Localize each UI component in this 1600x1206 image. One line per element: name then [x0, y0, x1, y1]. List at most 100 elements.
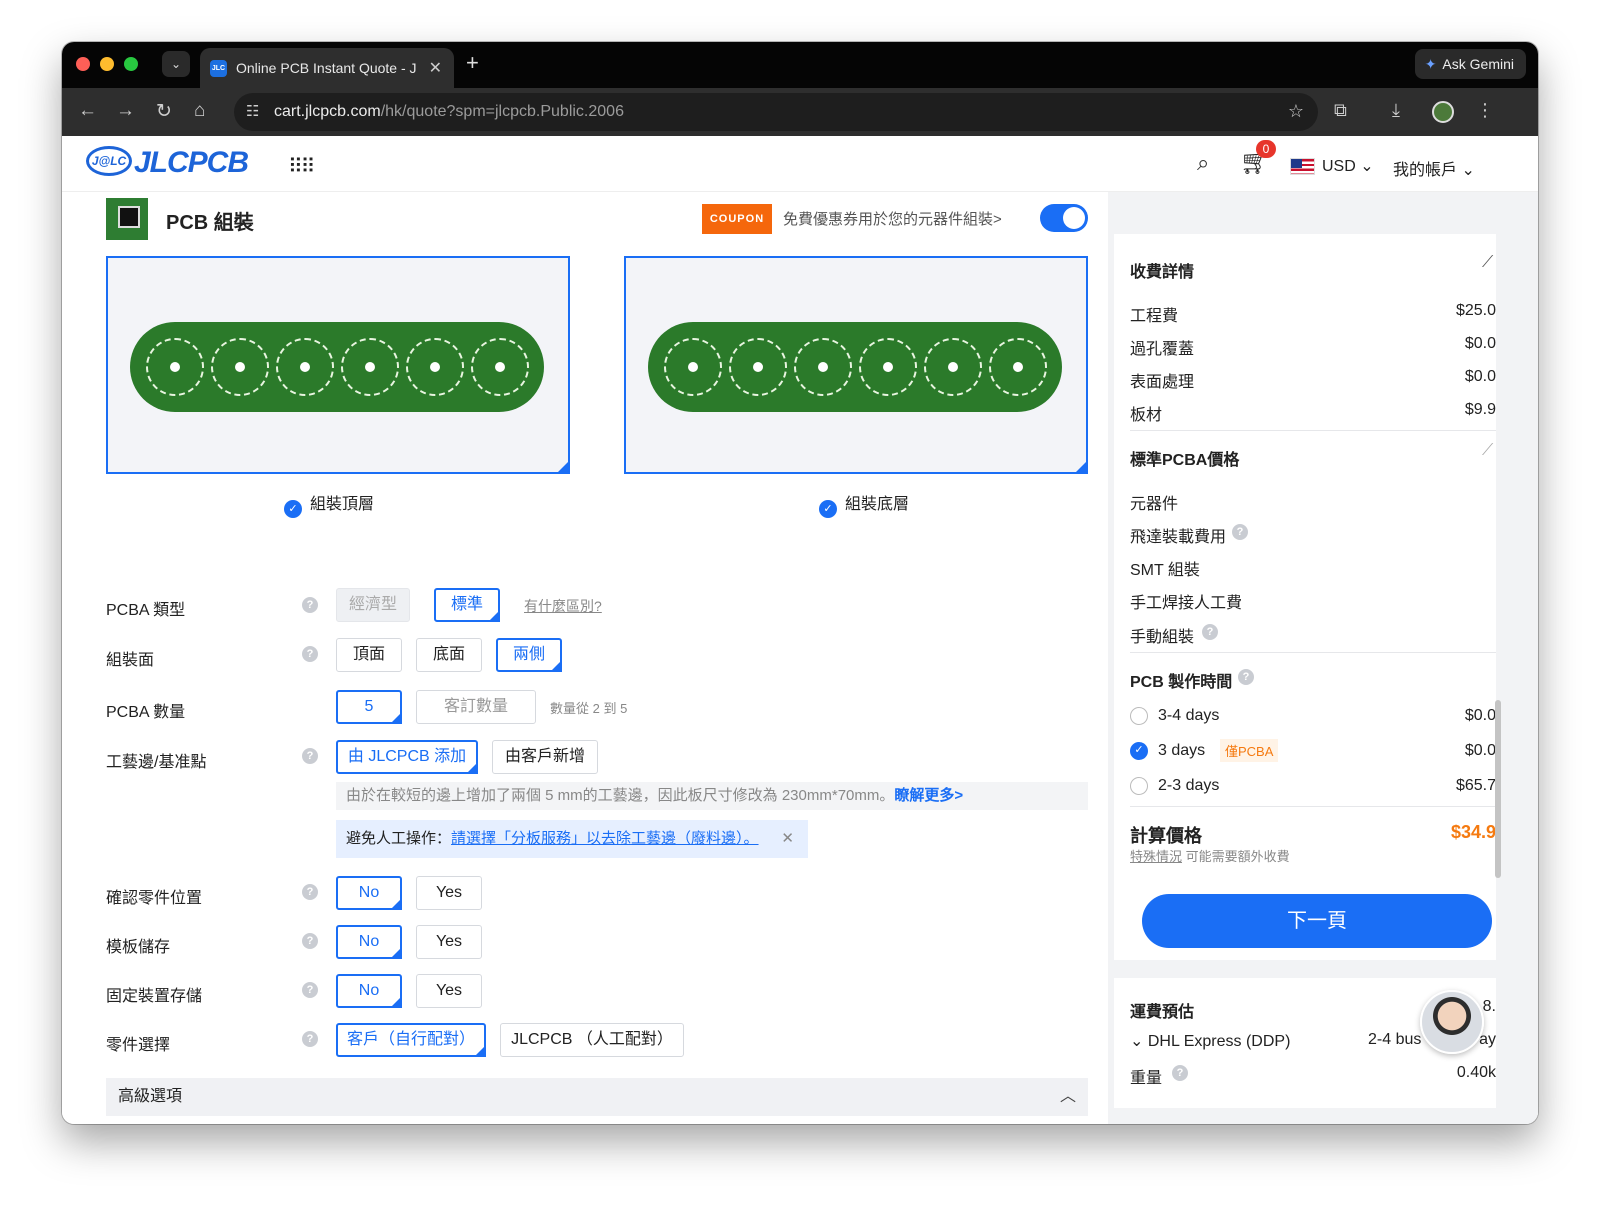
custom-qty-input[interactable]: 客訂數量 — [416, 690, 536, 724]
side-bottom-option[interactable]: 底面 — [416, 638, 482, 672]
help-icon[interactable]: ? — [302, 1031, 318, 1047]
shipping-method-selector[interactable]: ⌄ DHL Express (DDP) — [1130, 1031, 1290, 1051]
parts-by-customer[interactable]: 客戶（自行配對） — [336, 1023, 486, 1057]
depanel-notice: 避免人工操作：請選擇「分板服務」以去除工藝邊（廢料邊）。 ✕ — [336, 820, 808, 858]
search-icon[interactable]: ⌕ — [1197, 150, 1209, 176]
download-icon[interactable]: ⤓ — [1392, 100, 1400, 121]
tube-socket — [729, 338, 787, 396]
apps-grid-icon[interactable]: ⠿⠿ — [288, 154, 315, 179]
coupon-link[interactable]: 免費優惠券用於您的元器件組裝> — [783, 208, 1002, 229]
parts-selection-label: 零件選擇 — [106, 1037, 171, 1054]
pcba-item: 手工焊接人工費 — [1130, 595, 1243, 612]
ask-gemini-button[interactable]: ✦ Ask Gemini — [1414, 49, 1526, 79]
site-settings-icon[interactable]: ☷ — [246, 102, 259, 120]
new-tab-button[interactable]: + — [466, 50, 479, 76]
selected-corner-mark — [1074, 460, 1088, 474]
currency-selector[interactable]: USD ⌄ — [1322, 156, 1374, 176]
pcba-type-economic[interactable]: 經濟型 — [336, 588, 410, 622]
divider — [1130, 430, 1496, 431]
next-page-button[interactable]: 下一頁 — [1142, 894, 1492, 948]
pcb-assembly-form: PCB 組裝 COUPON 免費優惠券用於您的元器件組裝> ✓ 組裝頂層 ✓ 組… — [62, 192, 1102, 1124]
build-time-radio[interactable] — [1130, 777, 1148, 795]
support-agent-avatar[interactable] — [1420, 990, 1484, 1054]
help-icon[interactable]: ? — [1172, 1065, 1188, 1081]
tab-search-chevron-icon[interactable]: ⌄ — [162, 51, 190, 77]
help-icon[interactable]: ? — [302, 884, 318, 900]
charge-label: 表面處理 — [1130, 374, 1195, 391]
address-bar[interactable]: ☷ cart.jlcpcb.com/hk/quote?spm=jlcpcb.Pu… — [234, 93, 1318, 131]
maximize-window-button[interactable] — [124, 57, 138, 71]
top-layer-checkbox[interactable]: ✓ 組裝頂層 — [284, 490, 374, 518]
build-time-label[interactable]: 3 days — [1158, 742, 1205, 760]
stencil-storage-no[interactable]: No — [336, 925, 402, 959]
charge-label: 工程費 — [1130, 308, 1179, 325]
qty-option-5[interactable]: 5 — [336, 690, 402, 724]
special-case-link[interactable]: 特殊情況 — [1130, 849, 1182, 864]
help-icon[interactable]: ? — [1232, 524, 1248, 540]
divider — [1130, 652, 1496, 653]
weight-value: 0.40k — [1456, 1064, 1496, 1081]
rail-by-jlcpcb[interactable]: 由 JLCPCB 添加 — [336, 740, 478, 774]
side-top-option[interactable]: 頂面 — [336, 638, 402, 672]
close-window-button[interactable] — [76, 57, 90, 71]
fixture-storage-yes[interactable]: Yes — [416, 974, 482, 1008]
reload-icon[interactable]: ↻ — [156, 100, 172, 123]
parts-by-jlcpcb[interactable]: JLCPCB （人工配對） — [500, 1023, 684, 1057]
pcba-type-difference-link[interactable]: 有什麼區別? — [524, 596, 602, 616]
collapse-icon[interactable]: ⟋ — [1482, 254, 1493, 272]
browser-tab-active[interactable]: JLC Online PCB Instant Quote - JL ✕ — [200, 48, 454, 88]
help-icon[interactable]: ? — [302, 597, 318, 613]
depanel-service-link[interactable]: 請選擇「分板服務」以去除工藝邊（廢料邊）。 — [451, 830, 759, 847]
help-icon[interactable]: ? — [302, 748, 318, 764]
help-icon[interactable]: ? — [302, 933, 318, 949]
bottom-layer-checkbox[interactable]: ✓ 組裝底層 — [819, 490, 909, 518]
notice-close-icon[interactable]: ✕ — [781, 820, 794, 858]
build-time-radio-selected[interactable]: ✓ — [1130, 742, 1148, 760]
pcba-qty-label: PCBA 數量 — [106, 704, 186, 721]
tab-close-icon[interactable]: ✕ — [429, 58, 442, 78]
calculated-price-title: 計算價格 — [1130, 826, 1202, 846]
charge-value: $0.0 — [1464, 335, 1496, 352]
help-icon[interactable]: ? — [1238, 669, 1254, 685]
account-menu[interactable]: 我的帳戶 ⌄ — [1393, 156, 1475, 180]
back-arrow-icon[interactable]: ← — [78, 100, 97, 122]
shipping-title: 運費預估 — [1130, 1004, 1195, 1021]
forward-arrow-icon[interactable]: → — [116, 100, 135, 122]
collapse-icon[interactable]: ⟋ — [1482, 442, 1493, 460]
rail-by-customer[interactable]: 由客戶新增 — [492, 740, 598, 774]
help-icon[interactable]: ? — [302, 646, 318, 662]
jlcpcb-logo[interactable]: J@LC JLCPCB — [86, 146, 249, 180]
tube-socket — [211, 338, 269, 396]
charge-value: $9.9 — [1464, 401, 1496, 418]
build-time-radio[interactable] — [1130, 707, 1148, 725]
build-time-label[interactable]: 3-4 days — [1158, 707, 1219, 725]
stencil-storage-yes[interactable]: Yes — [416, 925, 482, 959]
bookmark-star-icon[interactable]: ☆ — [1288, 101, 1304, 122]
help-icon[interactable]: ? — [1202, 624, 1218, 640]
learn-more-link[interactable]: 瞭解更多> — [894, 787, 963, 804]
confirm-parts-no[interactable]: No — [336, 876, 402, 910]
bottom-layer-preview[interactable] — [624, 256, 1088, 474]
help-icon[interactable]: ? — [302, 982, 318, 998]
coupon-badge[interactable]: COUPON — [702, 204, 772, 234]
advanced-options-toggle[interactable]: 高級選項 ︿ — [106, 1078, 1088, 1116]
pcb-chip-icon — [106, 198, 148, 240]
profile-avatar[interactable] — [1432, 101, 1454, 123]
home-icon[interactable]: ⌂ — [194, 100, 205, 122]
sidebar-scrollbar[interactable] — [1495, 700, 1501, 878]
minimize-window-button[interactable] — [100, 57, 114, 71]
assembly-toggle[interactable] — [1040, 204, 1088, 232]
ask-gemini-label: Ask Gemini — [1442, 56, 1514, 72]
tube-socket — [471, 338, 529, 396]
top-layer-preview[interactable] — [106, 256, 570, 474]
extensions-puzzle-icon[interactable]: ⧉ — [1334, 100, 1347, 121]
check-icon: ✓ — [284, 500, 302, 518]
side-both-option[interactable]: 兩側 — [496, 638, 562, 672]
build-time-price: $65.7 — [1455, 777, 1496, 794]
build-time-label[interactable]: 2-3 days — [1158, 777, 1219, 795]
fixture-storage-no[interactable]: No — [336, 974, 402, 1008]
pcba-type-standard[interactable]: 標準 — [434, 588, 500, 622]
tube-socket — [406, 338, 464, 396]
confirm-parts-yes[interactable]: Yes — [416, 876, 482, 910]
more-menu-icon[interactable]: ⋮ — [1476, 100, 1494, 121]
